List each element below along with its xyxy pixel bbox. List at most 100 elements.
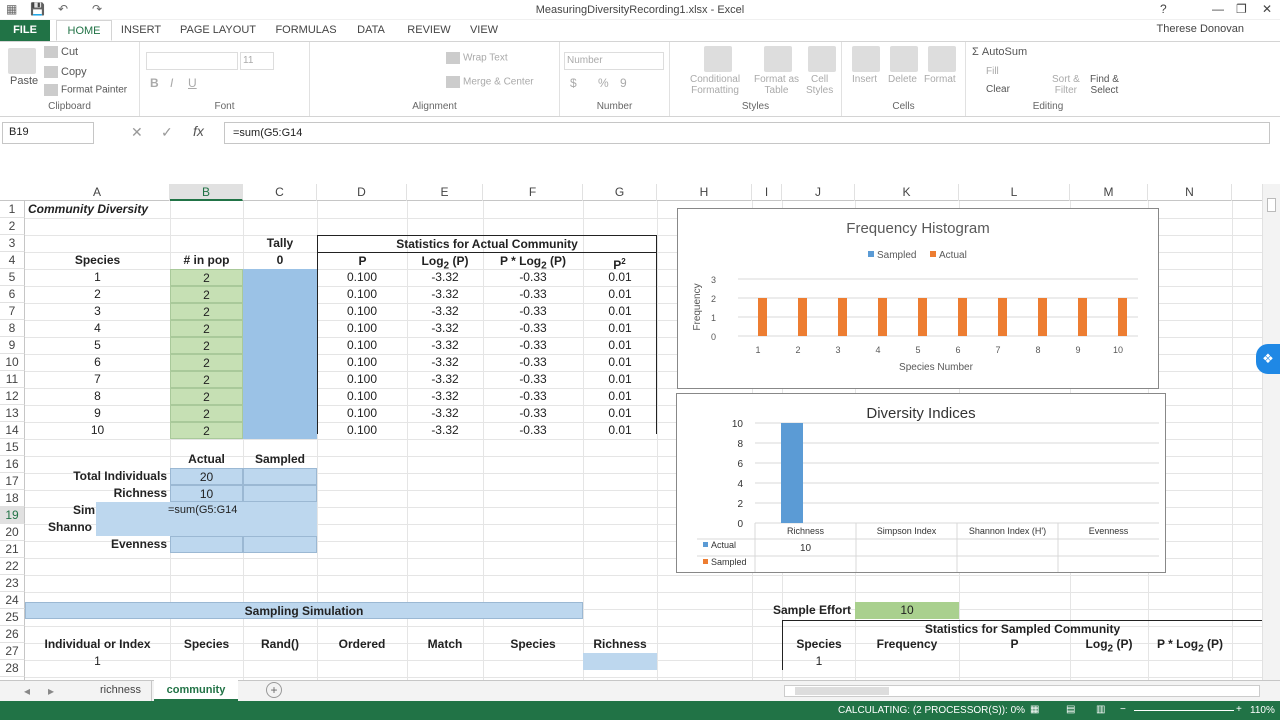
tally-cell[interactable]	[243, 422, 317, 439]
row-header-25[interactable]: 25	[0, 609, 25, 626]
sampled-header[interactable]: Sampled	[243, 451, 317, 468]
p2-cell[interactable]: 0.01	[583, 337, 657, 354]
paste-icon[interactable]	[8, 48, 36, 74]
insert-function-icon[interactable]: fx	[193, 123, 204, 139]
inpop-cell[interactable]: 2	[170, 371, 243, 388]
row-header-23[interactable]: 23	[0, 575, 25, 592]
row-header-7[interactable]: 7	[0, 303, 25, 320]
column-header-m[interactable]: M	[1070, 184, 1148, 201]
sheet-tab-community[interactable]: community	[154, 680, 238, 701]
h-scroll-thumb[interactable]	[795, 687, 889, 695]
p2-cell[interactable]: 0.01	[583, 269, 657, 286]
row28-species[interactable]: 1	[782, 653, 855, 670]
evenness-sampled-cell[interactable]	[243, 536, 317, 553]
delete-cells-icon[interactable]	[890, 46, 918, 72]
actual-header[interactable]: Actual	[170, 451, 243, 468]
row-header-15[interactable]: 15	[0, 439, 25, 456]
delete-cells-button[interactable]: Delete	[888, 74, 917, 85]
normal-view-icon[interactable]: ▦	[1030, 704, 1039, 715]
tally-cell[interactable]	[243, 269, 317, 286]
inpop-cell[interactable]: 2	[170, 388, 243, 405]
species-header[interactable]: Species	[25, 252, 170, 269]
richness-sim-header[interactable]: Richness	[583, 636, 657, 653]
richness-actual-cell[interactable]: 10	[170, 485, 243, 502]
insert-cells-button[interactable]: Insert	[852, 74, 877, 85]
species-cell[interactable]: 6	[25, 354, 170, 371]
zoom-out-icon[interactable]: −	[1120, 704, 1126, 715]
row-header-10[interactable]: 10	[0, 354, 25, 371]
plogp-cell[interactable]: -0.33	[483, 303, 583, 320]
cell-styles-icon[interactable]	[808, 46, 836, 72]
inpop-cell[interactable]: 2	[170, 303, 243, 320]
format-as-table-button[interactable]: Format as Table	[754, 74, 799, 96]
insert-cells-icon[interactable]	[852, 46, 880, 72]
logp-cell[interactable]: -3.32	[407, 303, 483, 320]
inpop-cell[interactable]: 2	[170, 337, 243, 354]
column-header-k[interactable]: K	[855, 184, 959, 201]
tab-page-layout[interactable]: PAGE LAYOUT	[178, 20, 258, 41]
inpop-cell[interactable]: 2	[170, 422, 243, 439]
total-sampled-cell[interactable]	[243, 468, 317, 485]
plogp-sampled-header[interactable]: P * Log2 (P)	[1148, 636, 1232, 654]
sample-effort-cell[interactable]: 10	[855, 602, 959, 619]
tally-cell[interactable]	[243, 337, 317, 354]
row-header-11[interactable]: 11	[0, 371, 25, 388]
row-header-22[interactable]: 22	[0, 558, 25, 575]
p-cell[interactable]: 0.100	[317, 354, 407, 371]
logp-sampled-header[interactable]: Log2 (P)	[1070, 636, 1148, 654]
tally-cell[interactable]	[243, 320, 317, 337]
row-header-9[interactable]: 9	[0, 337, 25, 354]
font-name-box[interactable]	[146, 52, 238, 70]
row28-index[interactable]: 1	[25, 653, 170, 670]
p-sampled-header[interactable]: P	[959, 636, 1070, 653]
merge-center-button[interactable]: Merge & Center	[446, 76, 534, 88]
row-header-1[interactable]: 1	[0, 201, 25, 218]
row-header-5[interactable]: 5	[0, 269, 25, 286]
species-cell[interactable]: 5	[25, 337, 170, 354]
row-header-28[interactable]: 28	[0, 660, 25, 677]
evenness-label[interactable]: Evenness	[25, 536, 170, 553]
diversity-indices-chart[interactable]: Diversity Indices 0 2 4 6 8 10 Richness 10 Simpso…	[676, 393, 1166, 573]
tally-label[interactable]: Tally	[243, 235, 317, 252]
logp-cell[interactable]: -3.32	[407, 354, 483, 371]
column-header-j[interactable]: J	[782, 184, 855, 201]
simpson-label[interactable]: Sim	[25, 502, 98, 519]
horizontal-scrollbar[interactable]	[784, 685, 1260, 697]
tab-view[interactable]: VIEW	[464, 20, 504, 41]
copy-button[interactable]: Copy	[44, 66, 87, 79]
p-cell[interactable]: 0.100	[317, 388, 407, 405]
tab-formulas[interactable]: FORMULAS	[272, 20, 340, 41]
plogp-cell[interactable]: -0.33	[483, 286, 583, 303]
conditional-formatting-icon[interactable]	[704, 46, 732, 72]
p-cell[interactable]: 0.100	[317, 320, 407, 337]
plogp-header[interactable]: P * Log2 (P)	[483, 252, 583, 271]
total-actual-cell[interactable]: 20	[170, 468, 243, 485]
font-size-box[interactable]: 11	[240, 52, 274, 70]
column-header-l[interactable]: L	[959, 184, 1070, 201]
sort-filter-button[interactable]: Sort & Filter	[1052, 74, 1080, 96]
format-cells-icon[interactable]	[928, 46, 956, 72]
tab-file[interactable]: FILE	[0, 20, 50, 41]
conditional-formatting-button[interactable]: Conditional Formatting	[690, 74, 740, 96]
plogp-cell[interactable]: -0.33	[483, 405, 583, 422]
tab-review[interactable]: REVIEW	[404, 20, 454, 41]
zoom-level[interactable]: 110%	[1250, 705, 1275, 716]
row-header-18[interactable]: 18	[0, 490, 25, 507]
wrap-text-button[interactable]: Wrap Text	[446, 52, 508, 64]
cut-button[interactable]: Cut	[44, 46, 78, 59]
row-header-3[interactable]: 3	[0, 235, 25, 252]
vertical-scrollbar[interactable]	[1262, 184, 1280, 680]
tally-cell[interactable]	[243, 303, 317, 320]
p-cell[interactable]: 0.100	[317, 286, 407, 303]
sampling-simulation-header[interactable]: Sampling Simulation	[25, 602, 583, 619]
fill-button[interactable]: Fill	[986, 66, 999, 77]
cell-styles-button[interactable]: Cell Styles	[806, 74, 833, 96]
inpop-cell[interactable]: 2	[170, 320, 243, 337]
p2-cell[interactable]: 0.01	[583, 320, 657, 337]
row-header-24[interactable]: 24	[0, 592, 25, 609]
total-individuals-label[interactable]: Total Individuals	[25, 468, 170, 485]
enter-icon[interactable]: ✓	[161, 124, 173, 141]
logp-header[interactable]: Log2 (P)	[407, 252, 483, 271]
row-header-20[interactable]: 20	[0, 524, 25, 541]
row-header-2[interactable]: 2	[0, 218, 25, 235]
